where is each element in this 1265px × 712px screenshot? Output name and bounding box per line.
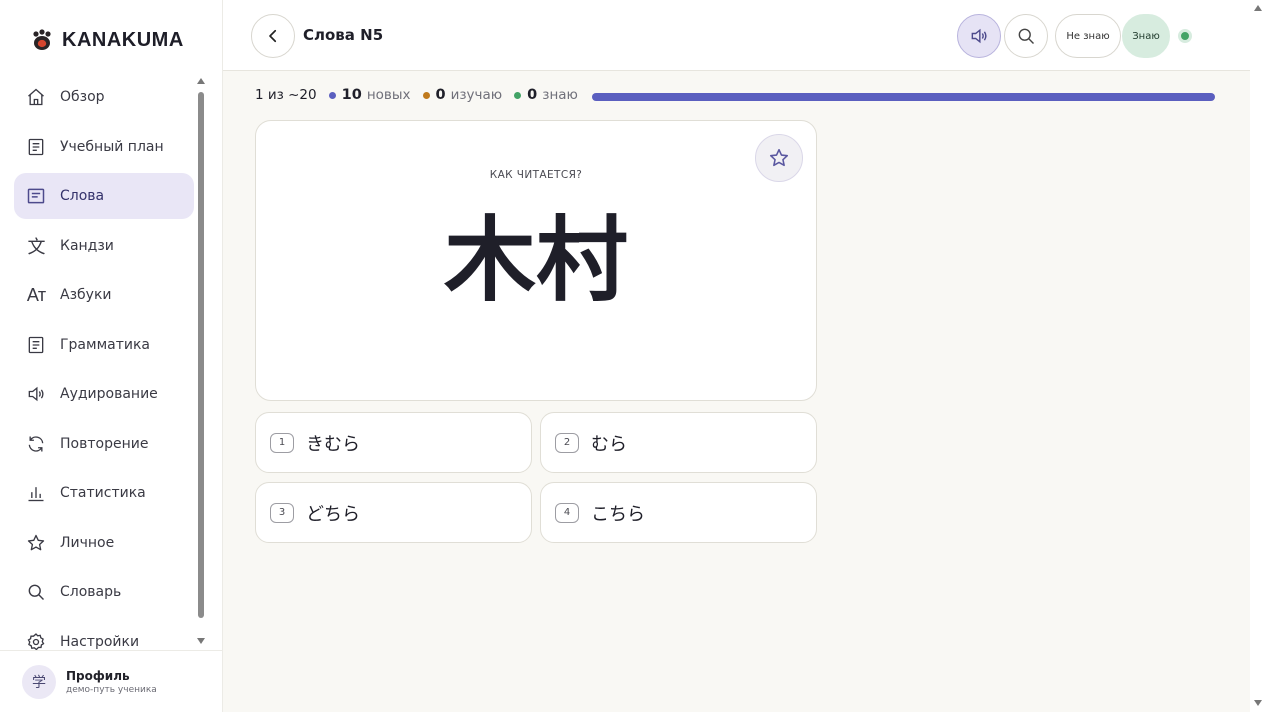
sidebar: KANAKUMA Обзор Учебный план Слова 文 Канд… bbox=[0, 0, 223, 712]
sidebar-item-statistics[interactable]: Статистика bbox=[14, 470, 194, 516]
bear-paw-icon bbox=[30, 28, 54, 52]
scroll-down-icon[interactable] bbox=[197, 638, 205, 644]
answer-option-1[interactable]: 1 きむら bbox=[255, 412, 532, 473]
known-stat: 0 знаю bbox=[514, 87, 578, 103]
alphabet-icon: Aт bbox=[26, 284, 46, 305]
profile-subtitle: демо-путь ученика bbox=[66, 684, 157, 695]
option-text: きむら bbox=[306, 433, 360, 455]
sidebar-item-label: Грамматика bbox=[60, 336, 150, 353]
new-label: новых bbox=[366, 87, 411, 103]
scroll-up-icon[interactable] bbox=[1254, 5, 1262, 11]
window-scrollbar[interactable] bbox=[1250, 0, 1265, 712]
know-button[interactable]: Знаю bbox=[1122, 14, 1170, 58]
sidebar-item-kanji[interactable]: 文 Кандзи bbox=[14, 223, 194, 269]
option-number: 1 bbox=[270, 432, 294, 453]
scroll-up-icon[interactable] bbox=[197, 78, 205, 84]
back-button[interactable] bbox=[251, 14, 295, 58]
profile-text: Профиль демо-путь ученика bbox=[66, 669, 157, 695]
scroll-down-icon[interactable] bbox=[1254, 700, 1262, 706]
progress-bar bbox=[592, 93, 1215, 101]
sidebar-item-label: Статистика bbox=[60, 485, 146, 501]
known-label: знаю bbox=[542, 87, 578, 103]
option-number: 4 bbox=[555, 502, 579, 523]
new-stat: 10 новых bbox=[328, 87, 411, 103]
sidebar-item-label: Аудирование bbox=[60, 386, 158, 402]
learning-label: изучаю bbox=[450, 87, 503, 103]
sidebar-item-label: Личное bbox=[60, 534, 115, 551]
answer-option-2[interactable]: 2 むら bbox=[540, 412, 817, 473]
sidebar-item-words[interactable]: Слова bbox=[14, 173, 194, 219]
star-icon bbox=[769, 148, 789, 167]
sidebar-item-review[interactable]: Повторение bbox=[14, 421, 194, 467]
search-icon bbox=[26, 582, 46, 602]
page-title: Слова N5 bbox=[303, 26, 384, 44]
question-prompt: КАК ЧИТАЕТСЯ? bbox=[489, 169, 583, 181]
sidebar-item-label: Обзор bbox=[60, 89, 105, 105]
answer-option-3[interactable]: 3 どちら bbox=[255, 482, 532, 543]
option-text: どちら bbox=[306, 503, 360, 525]
sidebar-item-study-plan[interactable]: Учебный план bbox=[14, 124, 194, 170]
star-icon bbox=[26, 533, 46, 553]
session-stats: 1 из ~20 10 новых 0 изучаю 0 знаю bbox=[255, 87, 590, 103]
scrollbar-thumb[interactable] bbox=[198, 92, 204, 618]
sidebar-item-label: Словарь bbox=[60, 584, 122, 600]
speaker-icon bbox=[26, 384, 46, 404]
sidebar-item-alphabets[interactable]: Aт Азбуки bbox=[14, 272, 194, 318]
word-kanji: 木村 bbox=[443, 207, 628, 314]
profile-link[interactable]: 学 Профиль демо-путь ученика bbox=[0, 650, 222, 712]
known-count: 0 bbox=[527, 87, 538, 103]
document-icon bbox=[26, 137, 46, 157]
top-bar: Слова N5 Не знаю Знаю bbox=[223, 0, 1250, 71]
bar-chart-icon bbox=[26, 483, 46, 503]
learning-count: 0 bbox=[435, 87, 446, 103]
option-number: 2 bbox=[555, 432, 579, 453]
search-icon bbox=[1018, 28, 1035, 45]
play-sound-button[interactable] bbox=[957, 14, 1001, 58]
sidebar-item-label: Кандзи bbox=[60, 237, 114, 254]
sidebar-item-listening[interactable]: Аудирование bbox=[14, 371, 194, 417]
home-icon bbox=[26, 87, 46, 107]
main-content: Слова N5 Не знаю Знаю 1 из ~20 10 новых … bbox=[223, 0, 1250, 712]
card-position: 1 из ~20 bbox=[255, 87, 317, 103]
sidebar-item-label: Слова bbox=[60, 188, 105, 204]
kanji-icon: 文 bbox=[27, 236, 46, 257]
sidebar-item-label: Настройки bbox=[60, 633, 140, 650]
learning-stat: 0 изучаю bbox=[422, 87, 503, 103]
answer-option-4[interactable]: 4 こちら bbox=[540, 482, 817, 543]
new-dot bbox=[328, 91, 336, 99]
sidebar-item-dictionary[interactable]: Словарь bbox=[14, 569, 194, 615]
profile-name: Профиль bbox=[66, 668, 130, 683]
sidebar-item-overview[interactable]: Обзор bbox=[14, 74, 194, 120]
flashcard: КАК ЧИТАЕТСЯ? 木村 bbox=[255, 120, 817, 401]
status-indicator bbox=[1178, 29, 1192, 43]
sidebar-item-personal[interactable]: Личное bbox=[14, 520, 194, 566]
sidebar-item-grammar[interactable]: Грамматика bbox=[14, 322, 194, 368]
sidebar-item-label: Азбуки bbox=[60, 287, 112, 303]
sidebar-scrollbar[interactable] bbox=[197, 78, 205, 648]
app-logo[interactable]: KANAKUMA bbox=[30, 28, 184, 52]
option-text: こちら bbox=[591, 503, 645, 525]
cards-icon bbox=[26, 186, 46, 206]
dont-know-button[interactable]: Не знаю bbox=[1055, 14, 1121, 58]
chevron-left-icon bbox=[269, 29, 277, 43]
avatar: 学 bbox=[22, 664, 56, 699]
learning-dot bbox=[422, 91, 430, 99]
sidebar-item-label: Учебный план bbox=[60, 138, 164, 155]
new-count: 10 bbox=[341, 87, 362, 103]
gear-icon bbox=[26, 632, 46, 652]
document-icon bbox=[26, 335, 46, 355]
option-text: むら bbox=[591, 433, 627, 455]
sidebar-item-label: Повторение bbox=[60, 435, 149, 452]
option-number: 3 bbox=[270, 502, 294, 523]
app-name: KANAKUMA bbox=[62, 28, 184, 51]
search-button[interactable] bbox=[1004, 14, 1048, 58]
speaker-icon bbox=[971, 28, 987, 44]
refresh-icon bbox=[26, 434, 46, 454]
known-dot bbox=[514, 91, 522, 99]
sidebar-nav: Обзор Учебный план Слова 文 Кандзи Aт Азб… bbox=[14, 74, 194, 668]
